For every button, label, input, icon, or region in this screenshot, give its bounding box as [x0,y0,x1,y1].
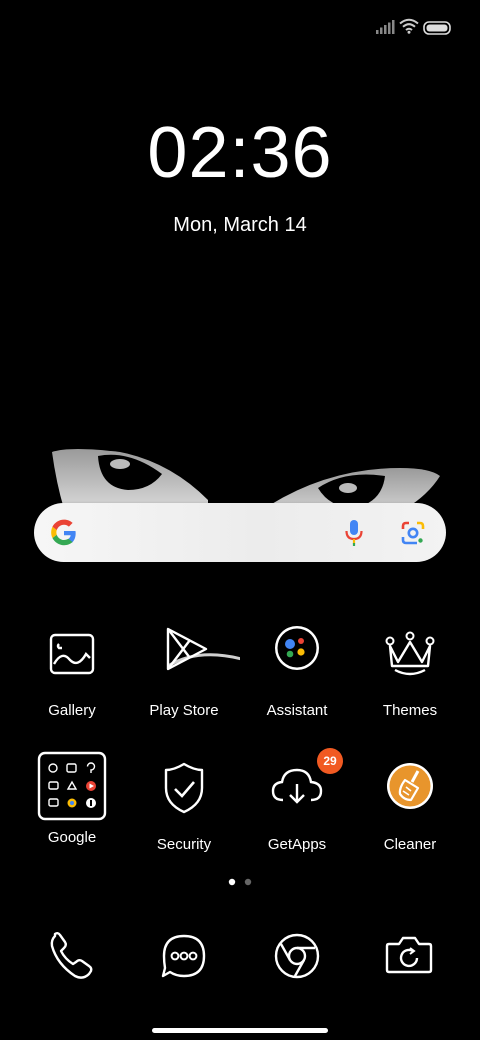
app-getapps[interactable]: 29 GetApps [241,748,353,853]
signal-icon [376,20,395,34]
messages-icon [161,934,206,978]
app-label: Cleaner [383,836,437,853]
gallery-icon [40,624,104,688]
app-play-store[interactable]: Play Store [128,624,240,719]
microphone-icon[interactable] [344,519,364,547]
google-logo-icon [51,519,76,546]
home-indicator[interactable] [152,1028,328,1033]
page-dot [244,878,252,886]
lockscreen-clock: 02:36 [147,113,333,193]
app-themes[interactable]: Themes [354,624,466,719]
lockscreen-date: Mon, March 14 [173,214,307,236]
app-label: Play Store [149,702,219,719]
wifi-icon [399,18,419,34]
assistant-icon [265,624,329,688]
app-label: Google [47,829,97,846]
page-indicator [228,878,252,886]
app-label: Gallery [48,702,96,719]
dock-camera[interactable] [377,924,441,988]
google-lens-icon[interactable] [400,520,426,546]
crown-icon [378,624,442,688]
notification-badge: 29 [317,748,343,774]
cloud-download-icon: 29 [265,748,343,822]
google-search-bar[interactable] [34,503,446,562]
play-store-icon [152,624,240,688]
phone-icon [50,932,93,979]
battery-icon [423,21,451,35]
broom-icon [378,758,442,822]
dock-messages[interactable] [152,924,216,988]
dock-phone[interactable] [39,924,103,988]
dock-chrome[interactable] [265,924,329,988]
app-gallery[interactable]: Gallery [16,624,128,719]
camera-icon [385,936,433,974]
app-label: Assistant [266,702,328,719]
app-assistant[interactable]: Assistant [241,624,353,719]
app-label: GetApps [267,836,327,853]
app-label: Themes [382,702,438,719]
shield-icon [152,758,216,822]
app-google-folder[interactable]: Google [16,751,128,846]
app-cleaner[interactable]: Cleaner [354,758,466,853]
app-label: Security [156,836,212,853]
chrome-icon [274,933,320,979]
google-folder-icon [37,751,107,821]
app-security[interactable]: Security [128,758,240,853]
page-dot-active [228,878,236,886]
status-bar [0,0,480,56]
